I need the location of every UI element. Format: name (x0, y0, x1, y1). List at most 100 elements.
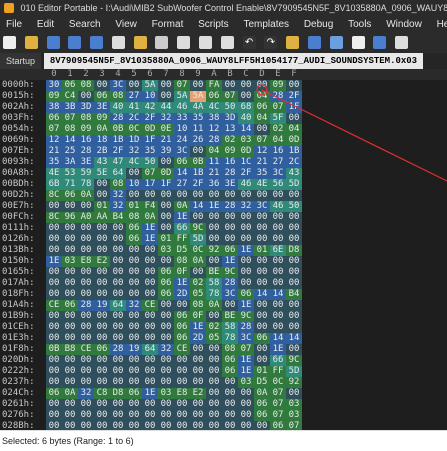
new-file-icon[interactable] (3, 36, 16, 49)
hex-byte[interactable]: 00 (286, 278, 302, 289)
hex-byte[interactable]: D8 (110, 388, 126, 399)
hex-byte[interactable]: 06 (46, 113, 62, 124)
hex-byte[interactable]: 04 (254, 113, 270, 124)
hex-byte[interactable]: 0A (62, 388, 78, 399)
hex-byte[interactable]: 00 (46, 410, 62, 421)
compare-icon[interactable] (351, 36, 365, 49)
hex-byte[interactable]: 00 (238, 388, 254, 399)
hex-byte[interactable]: 11 (206, 157, 222, 168)
hex-byte[interactable]: 00 (142, 355, 158, 366)
find-icon[interactable] (286, 36, 300, 49)
hex-byte[interactable]: 00 (78, 289, 94, 300)
hex-byte[interactable]: 07 (270, 399, 286, 410)
hex-byte[interactable]: 64 (110, 168, 126, 179)
hex-byte[interactable]: 00 (206, 355, 222, 366)
hex-byte[interactable]: 00 (46, 201, 62, 212)
hex-byte[interactable]: 1B (110, 135, 126, 146)
hex-byte[interactable]: 14 (270, 289, 286, 300)
hex-byte[interactable]: 0A (78, 190, 94, 201)
hex-byte[interactable]: 00 (78, 223, 94, 234)
hex-byte[interactable]: 00 (238, 410, 254, 421)
hex-byte[interactable]: 00 (206, 212, 222, 223)
hex-byte[interactable]: 00 (126, 245, 142, 256)
hex-byte[interactable]: 00 (254, 311, 270, 322)
hex-byte[interactable]: 00 (190, 355, 206, 366)
hex-byte[interactable]: 04 (254, 91, 270, 102)
hex-byte[interactable]: 00 (126, 421, 142, 430)
hex-byte[interactable]: 00 (94, 366, 110, 377)
hex-byte[interactable]: 4A (190, 102, 206, 113)
hex-byte[interactable]: 1F (158, 179, 174, 190)
hex-byte[interactable]: 5A (190, 91, 206, 102)
hex-byte[interactable]: 00 (270, 322, 286, 333)
hex-byte[interactable]: 00 (110, 366, 126, 377)
hex-byte[interactable]: 2D (174, 289, 190, 300)
hex-byte[interactable]: 28 (222, 278, 238, 289)
hex-byte[interactable]: 06 (254, 399, 270, 410)
hex-byte[interactable]: 00 (206, 311, 222, 322)
hex-byte[interactable]: 0A (190, 256, 206, 267)
hex-byte[interactable]: 00 (254, 322, 270, 333)
hex-byte[interactable]: 08 (78, 113, 94, 124)
hex-byte[interactable]: 00 (190, 399, 206, 410)
hex-byte[interactable]: 00 (238, 278, 254, 289)
hex-byte[interactable]: 07 (270, 410, 286, 421)
hex-byte[interactable]: 26 (190, 135, 206, 146)
hex-byte[interactable]: 78 (206, 289, 222, 300)
hex-byte[interactable]: 10 (126, 179, 142, 190)
hex-byte[interactable]: 00 (126, 366, 142, 377)
hex-byte[interactable]: 00 (126, 80, 142, 91)
hex-byte[interactable]: 0B (190, 157, 206, 168)
hex-byte[interactable]: 71 (62, 179, 78, 190)
hex-byte[interactable]: 00 (62, 278, 78, 289)
hex-byte[interactable]: 00 (110, 421, 126, 430)
hex-byte[interactable]: 00 (126, 190, 142, 201)
hex-byte[interactable]: 00 (174, 355, 190, 366)
hex-byte[interactable]: 00 (206, 190, 222, 201)
menu-templates[interactable]: Templates (237, 16, 295, 33)
hex-byte[interactable]: 3E (94, 102, 110, 113)
hex-byte[interactable]: 35 (142, 146, 158, 157)
hex-byte[interactable]: 00 (46, 366, 62, 377)
hex-byte[interactable]: 96 (62, 212, 78, 223)
hex-byte[interactable]: 07 (286, 421, 302, 430)
hex-byte[interactable]: A0 (78, 212, 94, 223)
hex-byte[interactable]: 06 (158, 267, 174, 278)
hex-byte[interactable]: 14 (238, 124, 254, 135)
hex-byte[interactable]: 3E (222, 179, 238, 190)
hex-byte[interactable]: 00 (94, 377, 110, 388)
hex-byte[interactable]: 00 (190, 366, 206, 377)
hex-byte[interactable]: 00 (286, 388, 302, 399)
hex-byte[interactable]: FA (206, 80, 222, 91)
hex-byte[interactable]: 00 (254, 267, 270, 278)
hex-byte[interactable]: 1E (222, 256, 238, 267)
hex-byte[interactable]: 35 (46, 157, 62, 168)
hex-byte[interactable]: E8 (78, 256, 94, 267)
save-as-icon[interactable] (68, 36, 82, 49)
hex-byte[interactable]: 00 (78, 366, 94, 377)
cut-icon[interactable] (155, 36, 169, 49)
hex-byte[interactable]: 78 (222, 333, 238, 344)
hex-byte[interactable]: 28 (206, 135, 222, 146)
menu-debug[interactable]: Debug (298, 16, 339, 33)
hex-byte[interactable]: BE (222, 311, 238, 322)
hex-byte[interactable]: 3C (254, 201, 270, 212)
hex-byte[interactable]: 01 (254, 366, 270, 377)
save-all-icon[interactable] (90, 36, 104, 49)
hex-byte[interactable]: 07 (270, 388, 286, 399)
hex-byte[interactable]: 00 (62, 421, 78, 430)
hex-byte[interactable]: C8 (94, 388, 110, 399)
hex-byte[interactable]: 00 (174, 421, 190, 430)
hex-byte[interactable]: 06 (62, 190, 78, 201)
hex-byte[interactable]: 4C (126, 157, 142, 168)
hex-byte[interactable]: 00 (238, 234, 254, 245)
hex-byte[interactable]: 04 (286, 124, 302, 135)
hex-byte[interactable]: 00 (78, 399, 94, 410)
hex-byte[interactable]: 00 (126, 168, 142, 179)
hex-byte[interactable]: 00 (190, 190, 206, 201)
hex-byte[interactable]: 09 (46, 91, 62, 102)
folder-icon[interactable] (133, 36, 147, 49)
hex-byte[interactable]: 00 (158, 421, 174, 430)
menu-view[interactable]: View (109, 16, 143, 33)
hex-byte[interactable]: 28 (110, 344, 126, 355)
